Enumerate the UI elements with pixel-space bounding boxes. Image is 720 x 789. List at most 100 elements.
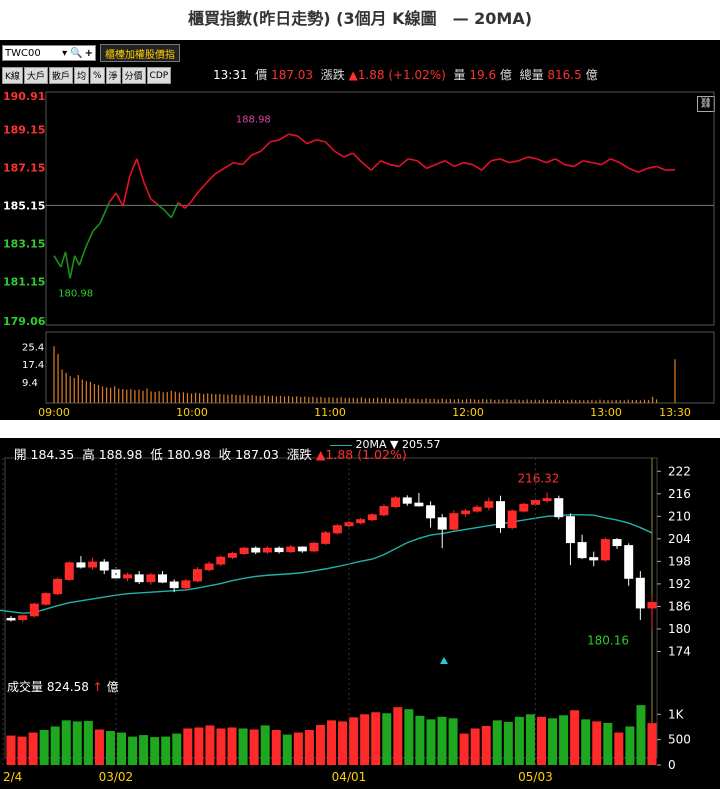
daily-volume-bar (50, 726, 60, 765)
vol-y-tick: 1K (668, 707, 685, 721)
daily-volume-bar (205, 725, 215, 765)
daily-volume-bar (437, 716, 447, 765)
price-line-segment (619, 161, 630, 170)
price-line-segment (665, 168, 676, 172)
price-line-segment (53, 255, 62, 268)
price-line-segment (416, 160, 428, 169)
time-x-tick: 12:00 (452, 406, 484, 419)
daily-volume-bar (459, 733, 469, 765)
ma-arrow-icon: ▼ (390, 438, 399, 451)
close-label: 收 (218, 447, 232, 462)
candle-body (332, 525, 342, 534)
time-x-tick: 13:00 (590, 406, 622, 419)
k-y-tick: 204 (668, 532, 691, 546)
daily-volume-bar (327, 720, 336, 765)
candle-body (507, 510, 517, 529)
daily-volume-bar (260, 725, 270, 765)
price-line-segment (389, 163, 400, 168)
price-line-segment (637, 167, 648, 173)
price-line-segment (73, 255, 81, 266)
price-line-segment (242, 154, 253, 166)
k-y-tick: 198 (668, 554, 691, 568)
low-value: 180.98 (166, 447, 211, 462)
price-line-segment (69, 255, 76, 279)
k-y-tick: 222 (668, 464, 691, 478)
up-arrow-icon: ↑ (92, 680, 103, 694)
price-line-segment (233, 161, 243, 166)
candle-body (88, 561, 98, 568)
price-line-segment (527, 156, 538, 160)
candle-body (414, 502, 424, 507)
daily-volume-bar (282, 734, 292, 765)
daily-volume-bar (28, 732, 38, 765)
time-x-tick: 09:00 (38, 406, 70, 419)
daily-volume-bar (536, 716, 546, 765)
price-line-segment (306, 139, 317, 145)
price-line-segment (184, 200, 193, 209)
daily-volume-bar (72, 721, 82, 765)
candle-body (426, 505, 436, 519)
candle-body (519, 503, 529, 512)
candle-body (286, 546, 296, 553)
candle-body (53, 578, 63, 595)
daily-volume-bar (238, 728, 248, 765)
high-label: 高 (82, 447, 95, 462)
candle-body (624, 545, 634, 579)
price-line-segment (573, 160, 584, 168)
price-line-segment (453, 161, 464, 168)
price-line-segment (343, 152, 354, 158)
daily-volume-bar (161, 736, 171, 765)
price-line-segment (214, 167, 225, 175)
price-line-segment (554, 158, 566, 166)
ma-legend: 20MA ▼ 205.57 (330, 438, 440, 451)
daily-volume-bar (548, 718, 558, 765)
price-y-tick: 179.06 (3, 315, 46, 328)
candle-body (402, 497, 412, 504)
candle-body (391, 497, 401, 508)
price-line-segment (85, 230, 94, 247)
price-line-segment (260, 141, 271, 152)
daily-volume-bar (525, 714, 535, 765)
price-y-tick: 185.15 (3, 199, 45, 212)
daily-volume-bar (249, 729, 259, 765)
price-line-segment (592, 161, 602, 166)
daily-volume-bar (61, 720, 71, 765)
daily-volume-bar (570, 710, 580, 765)
price-line-segment (472, 163, 483, 171)
price-line-segment (78, 245, 87, 266)
daily-volume-bar (614, 732, 624, 765)
price-line-segment (108, 192, 117, 203)
volume-y-tick: 9.4 (22, 378, 38, 389)
daily-volume-bar (625, 726, 635, 765)
k-y-tick: 192 (668, 577, 691, 591)
price-line-segment (444, 160, 455, 168)
price-line-segment (481, 160, 492, 171)
page-title: 櫃買指數(昨日走勢) (3個月 K線圖 — 20MA) (187, 9, 533, 28)
daily-volume-bar (216, 728, 226, 765)
price-line-segment (170, 202, 179, 219)
date-x-tick: 04/01 (332, 770, 367, 784)
candle-body (379, 506, 389, 516)
candle-body (484, 501, 494, 508)
daily-volume-bar (492, 720, 502, 765)
price-line-segment (628, 167, 639, 173)
price-y-tick: 189.15 (3, 123, 45, 136)
daily-panel: 222 216 210 204 198 192 186 180 174 216.32 180.16 1… (0, 438, 720, 789)
candle-body (146, 574, 156, 583)
daily-volume-bar (6, 735, 16, 765)
marker-triangle-icon (440, 657, 448, 664)
price-line-segment (223, 161, 234, 170)
candle-body (297, 546, 307, 552)
daily-volume-bar (426, 719, 436, 765)
price-line-segment (92, 222, 101, 232)
price-line-segment (408, 158, 418, 162)
price-line-segment (163, 209, 172, 219)
candle-body (251, 547, 261, 553)
candle-body (29, 603, 39, 617)
daily-volume-bar (128, 736, 138, 765)
price-y-tick: 183.15 (3, 237, 45, 250)
daily-volume-bar (315, 724, 325, 765)
price-line-segment (398, 158, 409, 168)
price-line-segment (115, 192, 124, 207)
price-line-segment (545, 158, 556, 164)
